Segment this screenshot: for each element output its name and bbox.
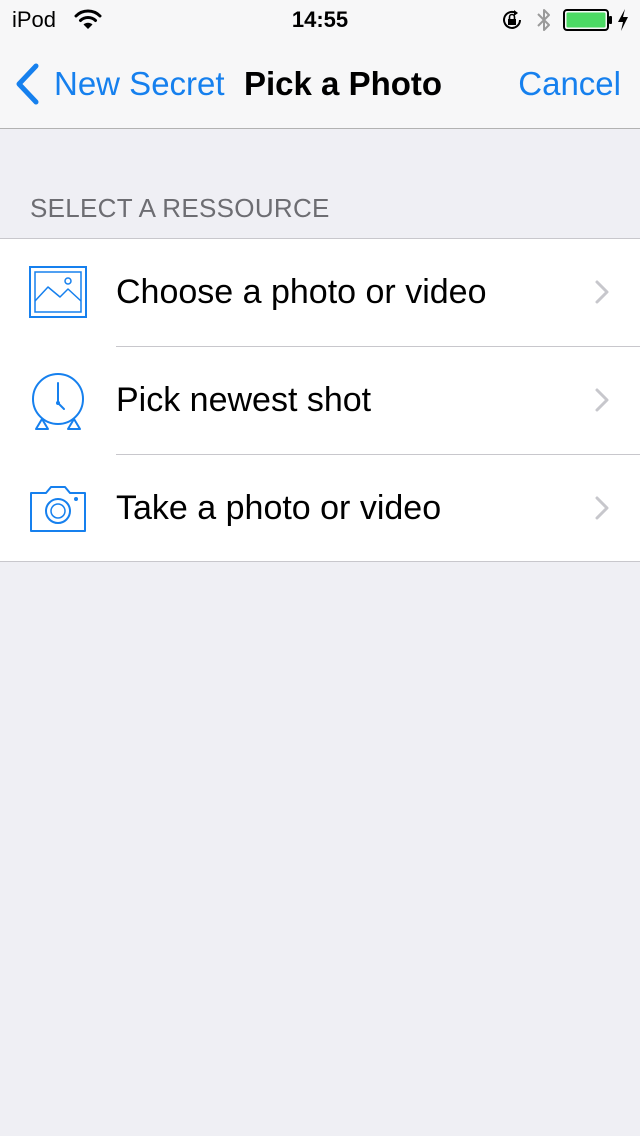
chevron-right-icon bbox=[595, 280, 609, 304]
chevron-left-icon bbox=[16, 63, 39, 105]
section-header: SELECT A RESSOURCE bbox=[30, 193, 330, 223]
list-item-choose-photo[interactable]: Choose a photo or video bbox=[0, 239, 640, 346]
navigation-bar: New Secret Pick a Photo Cancel bbox=[0, 40, 640, 129]
camera-icon bbox=[30, 486, 86, 532]
chevron-right-icon bbox=[595, 388, 609, 412]
cancel-button[interactable]: Cancel bbox=[518, 64, 621, 104]
charging-bolt-icon bbox=[618, 9, 628, 31]
list-item-label: Take a photo or video bbox=[116, 489, 442, 527]
resource-list: Choose a photo or video Pick newest shot… bbox=[0, 238, 640, 562]
page-title: Pick a Photo bbox=[244, 65, 443, 102]
list-item-take-photo[interactable]: Take a photo or video bbox=[0, 455, 640, 562]
photo-icon bbox=[29, 266, 87, 318]
clock-icon bbox=[32, 373, 84, 430]
rotation-lock-icon bbox=[503, 10, 521, 29]
battery-icon bbox=[563, 9, 612, 31]
list-item-label: Pick newest shot bbox=[116, 381, 372, 419]
status-bar: iPod 14:55 bbox=[0, 0, 640, 40]
back-button-label: New Secret bbox=[54, 65, 225, 102]
chevron-right-icon bbox=[595, 496, 609, 520]
list-item-label: Choose a photo or video bbox=[116, 273, 487, 311]
bluetooth-icon bbox=[537, 9, 550, 31]
back-button[interactable]: New Secret bbox=[14, 62, 225, 106]
list-item-newest-shot[interactable]: Pick newest shot bbox=[0, 347, 640, 454]
